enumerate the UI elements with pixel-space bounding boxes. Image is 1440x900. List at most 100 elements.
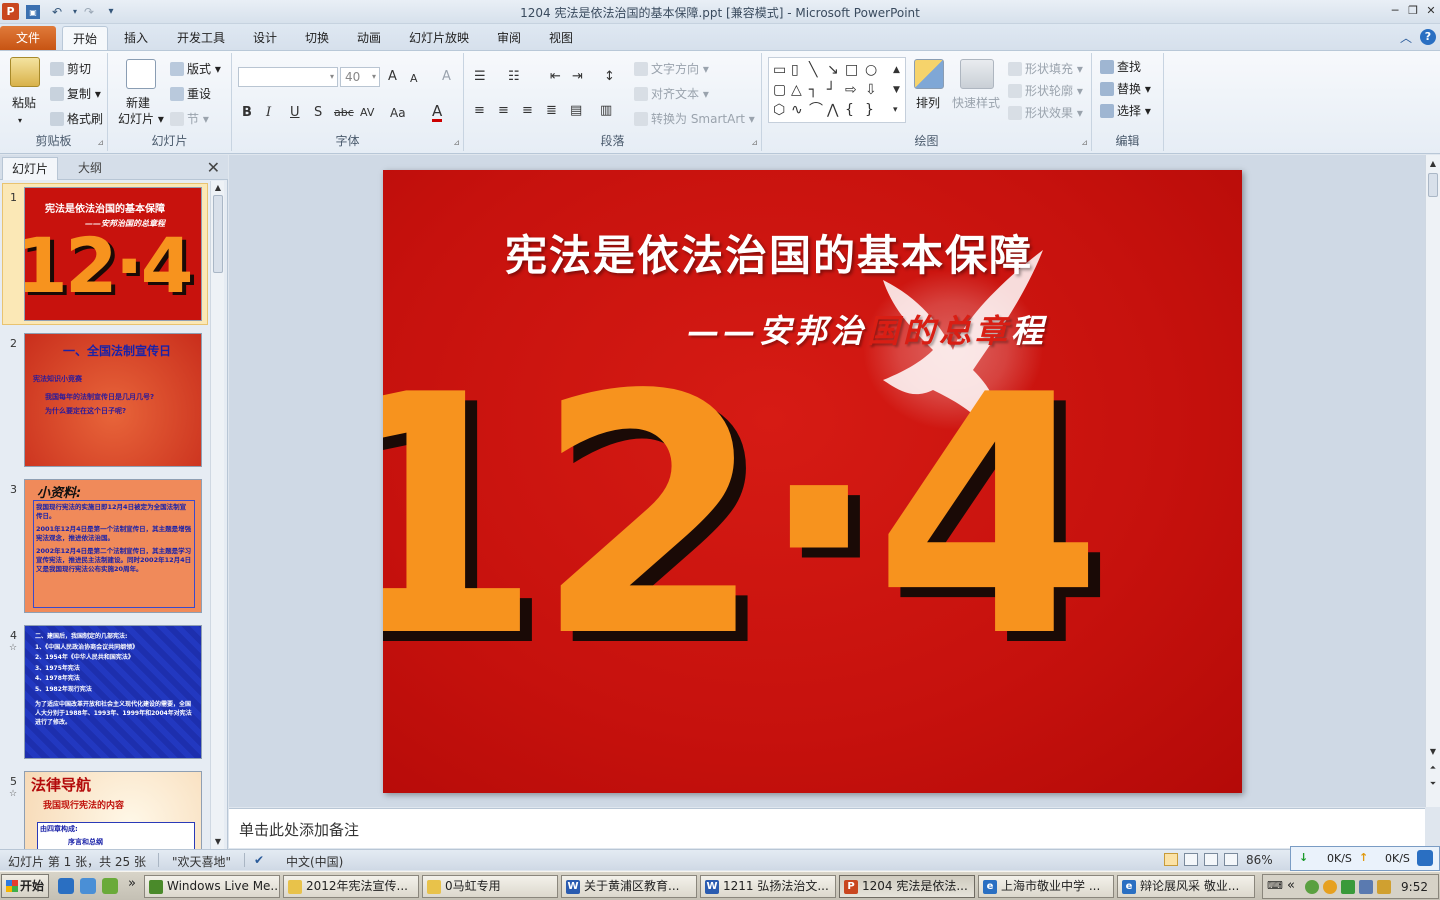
section-button[interactable]: 节 ▾ [170, 111, 209, 127]
shadow-button[interactable]: S [314, 105, 322, 121]
font-name-combo[interactable]: ▾ [238, 67, 338, 87]
tab-slideshow[interactable]: 幻灯片放映 [402, 26, 476, 50]
paste-icon[interactable] [10, 57, 40, 87]
zoom-level[interactable]: 86% [1246, 853, 1273, 867]
keyboard-icon[interactable]: ⌨ [1267, 879, 1283, 892]
increase-indent-icon[interactable]: ⇥ [572, 69, 583, 85]
font-size-combo[interactable]: 40 ▾ [340, 67, 380, 87]
font-color-button[interactable]: A [432, 103, 443, 122]
close-panel-icon[interactable]: ✕ [207, 158, 220, 177]
tab-design[interactable]: 设计 [246, 26, 284, 50]
layout-button[interactable]: 版式 ▾ [170, 61, 221, 77]
slide-scrollbar[interactable]: ▲ ▼ ⏶ ⏷ [1425, 155, 1440, 807]
distributed-icon[interactable]: ▤ [570, 103, 582, 119]
browser-icon[interactable] [1417, 850, 1433, 866]
select-button[interactable]: 选择 ▾ [1100, 103, 1151, 119]
tab-insert[interactable]: 插入 [116, 26, 156, 50]
taskbar-item-word-2[interactable]: W 1211 弘扬法治文... [700, 875, 836, 898]
oval-shape-icon[interactable]: ○ [865, 62, 877, 78]
curved-shape-icon[interactable]: ∿ [791, 102, 803, 118]
right-brace-shape-icon[interactable]: } [865, 102, 874, 118]
thumb-preview[interactable]: 一、全国法制宣传日 宪法知识小竞赛 我国每年的法制宣传日是几月几号? 为什么要定… [24, 333, 202, 467]
new-slide-dropdown[interactable]: 幻灯片 ▾ [118, 111, 164, 127]
new-slide-icon[interactable] [126, 59, 156, 89]
taskbar-item-ie-1[interactable]: e 上海市敬业中学 ... [978, 875, 1114, 898]
scroll-thumb[interactable] [213, 195, 223, 273]
char-spacing-button[interactable]: AV [360, 105, 374, 121]
gallery-more-icon[interactable]: ▾ [893, 102, 898, 118]
tab-transitions[interactable]: 切换 [298, 26, 336, 50]
justify-icon[interactable]: ≣ [546, 103, 557, 119]
scroll-thumb[interactable] [1428, 173, 1438, 197]
thumb-preview[interactable]: 法律导航 我国现行宪法的内容 由四章构成: 序言和总纲 [24, 771, 202, 849]
help-icon[interactable]: ? [1420, 29, 1436, 45]
smartart-button[interactable]: 转换为 SmartArt ▾ [634, 111, 755, 127]
reading-view-icon[interactable] [1204, 853, 1218, 866]
tab-file[interactable]: 文件 [0, 26, 56, 50]
scroll-down-icon[interactable]: ▼ [211, 835, 225, 849]
start-button[interactable]: 开始 [1, 874, 49, 898]
bullets-icon[interactable]: ☰ [474, 69, 486, 85]
restore-button[interactable]: ❐ [1406, 3, 1420, 19]
shrink-font-icon[interactable]: A [410, 71, 418, 87]
tab-home[interactable]: 开始 [62, 26, 108, 50]
scroll-up-icon[interactable]: ▲ [1426, 157, 1440, 171]
display-tray-icon[interactable] [1359, 880, 1373, 894]
elbow-arrow-shape-icon[interactable]: ┘ [827, 82, 835, 98]
quicklaunch-more-icon[interactable]: » [128, 876, 136, 891]
ie-quicklaunch-icon[interactable] [58, 878, 74, 894]
underline-button[interactable]: U [290, 105, 300, 121]
shield-tray-icon[interactable] [1341, 880, 1355, 894]
thumb-preview[interactable]: 二、建国后，我国制定的几部宪法: 1、《中国人民政治协商会议共同纲领》 2、19… [24, 625, 202, 759]
rounded-rect-shape-icon[interactable]: ▢ [773, 82, 786, 98]
left-brace-shape-icon[interactable]: { [845, 102, 854, 118]
format-painter-button[interactable]: 格式刷 [50, 111, 103, 127]
vertical-textbox-shape-icon[interactable]: ▯ [791, 62, 799, 78]
tab-review[interactable]: 审阅 [490, 26, 528, 50]
down-arrow-shape-icon[interactable]: ⇩ [865, 82, 877, 98]
clear-format-icon[interactable]: A [442, 69, 451, 85]
columns-icon[interactable]: ▥ [600, 103, 612, 119]
slide-sorter-icon[interactable] [1184, 853, 1198, 866]
thumb-preview[interactable]: 小资料: 我国现行宪法的实施日即12月4日被定为全国法制宣传日。 2001年12… [24, 479, 202, 613]
notes-placeholder[interactable]: 单击此处添加备注 [239, 819, 359, 840]
shapes-gallery[interactable]: ▭ ▯ ╲ ↘ □ ○ ▢ △ ┐ ┘ ⇨ ⇩ ⬡ ∿ ⌒ ⋀ { } ▲ ▼ … [768, 57, 906, 123]
collapse-ribbon-icon[interactable]: ︿ [1400, 29, 1412, 46]
replace-button[interactable]: 替换 ▾ [1100, 81, 1151, 97]
arrange-icon[interactable] [914, 59, 944, 89]
quick-styles-button[interactable]: 快速样式 [952, 95, 1000, 111]
network-speed-widget[interactable]: ↓ 0K/S ↑ 0K/S [1290, 846, 1440, 871]
thumbnail-scrollbar[interactable]: ▲ ▼ [210, 181, 224, 849]
textbox-shape-icon[interactable]: ▭ [773, 62, 786, 78]
taskbar-item-folder-2[interactable]: 0马虹专用 [422, 875, 558, 898]
next-slide-icon[interactable]: ⏷ [1426, 777, 1440, 791]
align-center-icon[interactable]: ≡ [498, 103, 509, 119]
tab-developer[interactable]: 开发工具 [170, 26, 232, 50]
triangle-shape-icon[interactable]: △ [791, 82, 802, 98]
align-text-button[interactable]: 对齐文本 ▾ [634, 86, 709, 102]
shape-outline-button[interactable]: 形状轮廓 ▾ [1008, 83, 1083, 99]
numbering-icon[interactable]: ☷ [508, 69, 520, 85]
taskbar-item-powerpoint[interactable]: P 1204 宪法是依法... [839, 875, 975, 898]
tab-view[interactable]: 视图 [542, 26, 580, 50]
cut-button[interactable]: 剪切 [50, 61, 91, 77]
drawing-launcher-icon[interactable]: ⊿ [1081, 138, 1088, 147]
paste-dropdown-icon[interactable]: ▾ [18, 113, 22, 129]
clipboard-launcher-icon[interactable]: ⊿ [97, 138, 104, 147]
normal-view-icon[interactable] [1164, 853, 1178, 866]
current-slide[interactable]: 宪法是依法治国的基本保障 ——安邦治国的总章程 12·4 [383, 170, 1242, 793]
align-right-icon[interactable]: ≡ [522, 103, 533, 119]
browser-quicklaunch-icon[interactable] [80, 878, 96, 894]
elbow-connector-shape-icon[interactable]: ┐ [809, 82, 817, 98]
taskbar-item-messenger[interactable]: Windows Live Me... [144, 875, 280, 898]
freeform-shape-icon[interactable]: ⋀ [827, 102, 838, 118]
slideshow-view-icon[interactable] [1224, 853, 1238, 866]
tab-animations[interactable]: 动画 [350, 26, 388, 50]
font-launcher-icon[interactable]: ⊿ [453, 138, 460, 147]
quick-styles-icon[interactable] [960, 59, 994, 89]
taskbar-item-folder-1[interactable]: 2012年宪法宣传... [283, 875, 419, 898]
reset-button[interactable]: 重设 [170, 86, 211, 102]
arc-shape-icon[interactable]: ⌒ [809, 102, 823, 118]
taskbar-item-ie-2[interactable]: e 辩论展风采 敬业... [1117, 875, 1255, 898]
text-direction-button[interactable]: 文字方向 ▾ [634, 61, 709, 77]
